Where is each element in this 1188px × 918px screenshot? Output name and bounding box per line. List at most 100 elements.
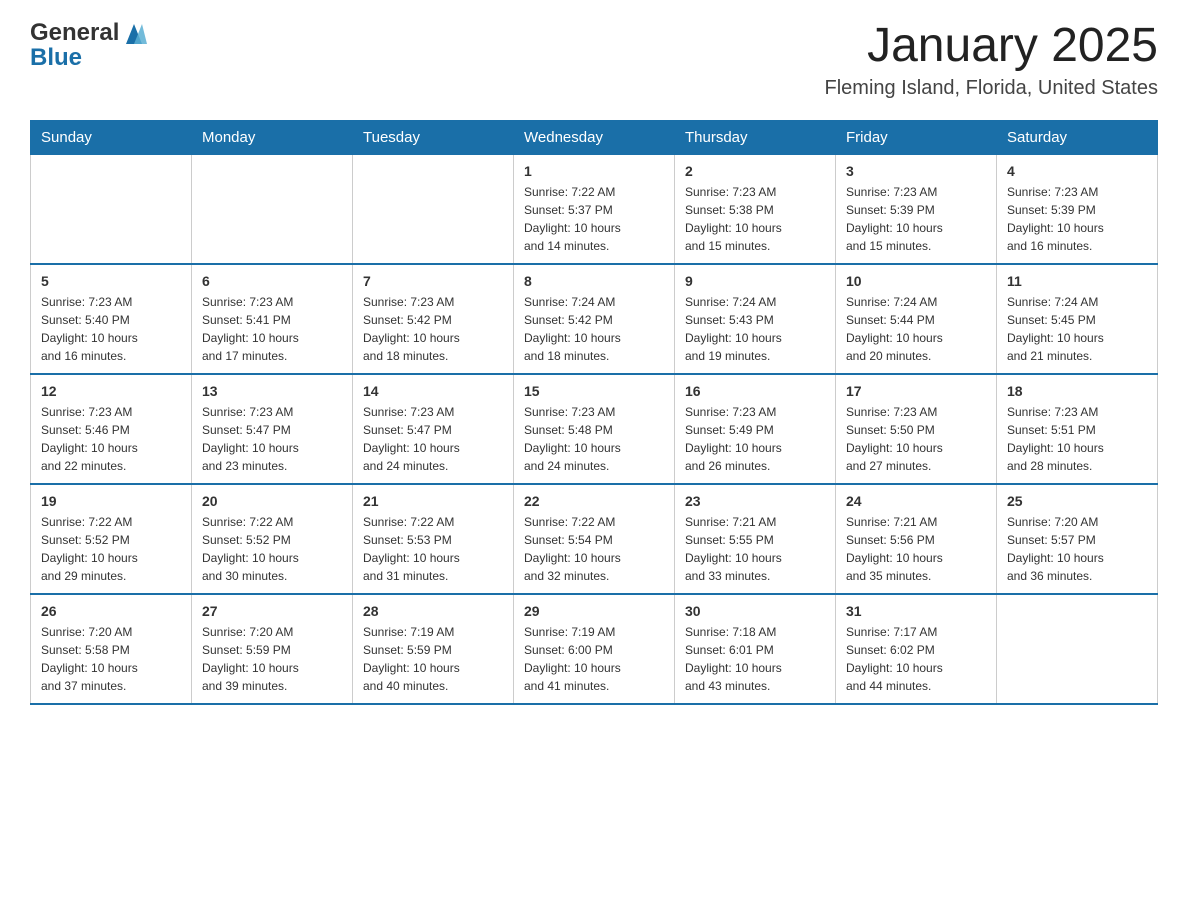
calendar-cell: 10 Sunrise: 7:24 AM Sunset: 5:44 PM Dayli… <box>836 264 997 374</box>
day-info: Sunrise: 7:22 AM Sunset: 5:37 PM Dayligh… <box>524 183 664 255</box>
day-number: 31 <box>846 603 986 619</box>
logo-icon <box>121 20 147 46</box>
day-info: Sunrise: 7:23 AM Sunset: 5:47 PM Dayligh… <box>202 403 342 475</box>
day-info: Sunrise: 7:22 AM Sunset: 5:52 PM Dayligh… <box>202 513 342 585</box>
day-number: 5 <box>41 273 181 289</box>
calendar-cell: 7 Sunrise: 7:23 AM Sunset: 5:42 PM Daylig… <box>353 264 514 374</box>
day-number: 10 <box>846 273 986 289</box>
day-info: Sunrise: 7:22 AM Sunset: 5:54 PM Dayligh… <box>524 513 664 585</box>
calendar-cell: 1Sunrise: 7:22 AM Sunset: 5:37 PM Daylig… <box>514 154 675 264</box>
logo-blue-text: Blue <box>30 46 82 70</box>
day-info: Sunrise: 7:23 AM Sunset: 5:50 PM Dayligh… <box>846 403 986 475</box>
day-number: 18 <box>1007 383 1147 399</box>
calendar-cell: 16 Sunrise: 7:23 AM Sunset: 5:49 PM Dayli… <box>675 374 836 484</box>
calendar-cell: 26 Sunrise: 7:20 AM Sunset: 5:58 PM Dayli… <box>31 594 192 704</box>
day-number: 23 <box>685 493 825 509</box>
calendar-cell: 8Sunrise: 7:24 AM Sunset: 5:42 PM Daylig… <box>514 264 675 374</box>
day-info: Sunrise: 7:20 AM Sunset: 5:59 PM Dayligh… <box>202 623 342 695</box>
calendar-cell: 15 Sunrise: 7:23 AM Sunset: 5:48 PM Dayli… <box>514 374 675 484</box>
day-number: 26 <box>41 603 181 619</box>
day-number: 17 <box>846 383 986 399</box>
day-info: Sunrise: 7:24 AM Sunset: 5:45 PM Dayligh… <box>1007 293 1147 365</box>
day-info: Sunrise: 7:23 AM Sunset: 5:51 PM Dayligh… <box>1007 403 1147 475</box>
day-info: Sunrise: 7:17 AM Sunset: 6:02 PM Dayligh… <box>846 623 986 695</box>
day-number: 19 <box>41 493 181 509</box>
day-info: Sunrise: 7:21 AM Sunset: 5:55 PM Dayligh… <box>685 513 825 585</box>
header-saturday: Saturday <box>997 120 1158 154</box>
day-info: Sunrise: 7:22 AM Sunset: 5:53 PM Dayligh… <box>363 513 503 585</box>
calendar-week-row: 26 Sunrise: 7:20 AM Sunset: 5:58 PM Dayli… <box>31 594 1158 704</box>
calendar-cell: 12 Sunrise: 7:23 AM Sunset: 5:46 PM Dayli… <box>31 374 192 484</box>
calendar-cell: 23 Sunrise: 7:21 AM Sunset: 5:55 PM Dayli… <box>675 484 836 594</box>
title-section: January 2025 Fleming Island, Florida, Un… <box>825 20 1159 100</box>
calendar-cell <box>192 154 353 264</box>
logo: General Blue <box>30 20 147 70</box>
day-number: 12 <box>41 383 181 399</box>
calendar-cell: 21 Sunrise: 7:22 AM Sunset: 5:53 PM Dayli… <box>353 484 514 594</box>
day-info: Sunrise: 7:22 AM Sunset: 5:52 PM Dayligh… <box>41 513 181 585</box>
calendar-header-row: SundayMondayTuesdayWednesdayThursdayFrid… <box>31 120 1158 154</box>
header-friday: Friday <box>836 120 997 154</box>
day-number: 7 <box>363 273 503 289</box>
day-number: 29 <box>524 603 664 619</box>
header-thursday: Thursday <box>675 120 836 154</box>
calendar-cell: 14 Sunrise: 7:23 AM Sunset: 5:47 PM Dayli… <box>353 374 514 484</box>
calendar-cell: 9Sunrise: 7:24 AM Sunset: 5:43 PM Daylig… <box>675 264 836 374</box>
day-number: 21 <box>363 493 503 509</box>
day-info: Sunrise: 7:19 AM Sunset: 6:00 PM Dayligh… <box>524 623 664 695</box>
day-number: 3 <box>846 163 986 179</box>
day-number: 22 <box>524 493 664 509</box>
calendar-cell: 17 Sunrise: 7:23 AM Sunset: 5:50 PM Dayli… <box>836 374 997 484</box>
day-info: Sunrise: 7:23 AM Sunset: 5:46 PM Dayligh… <box>41 403 181 475</box>
day-info: Sunrise: 7:23 AM Sunset: 5:41 PM Dayligh… <box>202 293 342 365</box>
calendar-cell: 25 Sunrise: 7:20 AM Sunset: 5:57 PM Dayli… <box>997 484 1158 594</box>
day-number: 13 <box>202 383 342 399</box>
day-info: Sunrise: 7:23 AM Sunset: 5:39 PM Dayligh… <box>846 183 986 255</box>
day-number: 24 <box>846 493 986 509</box>
day-number: 30 <box>685 603 825 619</box>
calendar-cell <box>997 594 1158 704</box>
day-number: 28 <box>363 603 503 619</box>
day-number: 2 <box>685 163 825 179</box>
calendar-cell: 3 Sunrise: 7:23 AM Sunset: 5:39 PM Daylig… <box>836 154 997 264</box>
calendar-cell <box>353 154 514 264</box>
calendar-week-row: 12 Sunrise: 7:23 AM Sunset: 5:46 PM Dayli… <box>31 374 1158 484</box>
header-wednesday: Wednesday <box>514 120 675 154</box>
day-info: Sunrise: 7:20 AM Sunset: 5:57 PM Dayligh… <box>1007 513 1147 585</box>
day-number: 20 <box>202 493 342 509</box>
day-info: Sunrise: 7:23 AM Sunset: 5:42 PM Dayligh… <box>363 293 503 365</box>
calendar-week-row: 5 Sunrise: 7:23 AM Sunset: 5:40 PM Daylig… <box>31 264 1158 374</box>
day-number: 14 <box>363 383 503 399</box>
day-number: 15 <box>524 383 664 399</box>
day-info: Sunrise: 7:23 AM Sunset: 5:48 PM Dayligh… <box>524 403 664 475</box>
day-info: Sunrise: 7:24 AM Sunset: 5:44 PM Dayligh… <box>846 293 986 365</box>
day-info: Sunrise: 7:23 AM Sunset: 5:38 PM Dayligh… <box>685 183 825 255</box>
day-number: 6 <box>202 273 342 289</box>
day-info: Sunrise: 7:23 AM Sunset: 5:39 PM Dayligh… <box>1007 183 1147 255</box>
day-info: Sunrise: 7:23 AM Sunset: 5:49 PM Dayligh… <box>685 403 825 475</box>
calendar-cell: 5 Sunrise: 7:23 AM Sunset: 5:40 PM Daylig… <box>31 264 192 374</box>
day-number: 25 <box>1007 493 1147 509</box>
calendar-cell: 18 Sunrise: 7:23 AM Sunset: 5:51 PM Dayli… <box>997 374 1158 484</box>
day-info: Sunrise: 7:23 AM Sunset: 5:40 PM Dayligh… <box>41 293 181 365</box>
calendar-cell: 2 Sunrise: 7:23 AM Sunset: 5:38 PM Daylig… <box>675 154 836 264</box>
calendar-cell: 19 Sunrise: 7:22 AM Sunset: 5:52 PM Dayli… <box>31 484 192 594</box>
day-info: Sunrise: 7:21 AM Sunset: 5:56 PM Dayligh… <box>846 513 986 585</box>
calendar-cell: 6 Sunrise: 7:23 AM Sunset: 5:41 PM Daylig… <box>192 264 353 374</box>
day-info: Sunrise: 7:23 AM Sunset: 5:47 PM Dayligh… <box>363 403 503 475</box>
day-info: Sunrise: 7:24 AM Sunset: 5:43 PM Dayligh… <box>685 293 825 365</box>
calendar-cell: 13 Sunrise: 7:23 AM Sunset: 5:47 PM Dayli… <box>192 374 353 484</box>
day-number: 4 <box>1007 163 1147 179</box>
calendar-cell: 11 Sunrise: 7:24 AM Sunset: 5:45 PM Dayli… <box>997 264 1158 374</box>
day-number: 16 <box>685 383 825 399</box>
header-tuesday: Tuesday <box>353 120 514 154</box>
calendar-week-row: 19 Sunrise: 7:22 AM Sunset: 5:52 PM Dayli… <box>31 484 1158 594</box>
day-number: 8 <box>524 273 664 289</box>
day-info: Sunrise: 7:20 AM Sunset: 5:58 PM Dayligh… <box>41 623 181 695</box>
calendar-cell: 27Sunrise: 7:20 AM Sunset: 5:59 PM Dayli… <box>192 594 353 704</box>
header-sunday: Sunday <box>31 120 192 154</box>
day-number: 11 <box>1007 273 1147 289</box>
calendar-table: SundayMondayTuesdayWednesdayThursdayFrid… <box>30 120 1158 705</box>
day-info: Sunrise: 7:18 AM Sunset: 6:01 PM Dayligh… <box>685 623 825 695</box>
header-monday: Monday <box>192 120 353 154</box>
